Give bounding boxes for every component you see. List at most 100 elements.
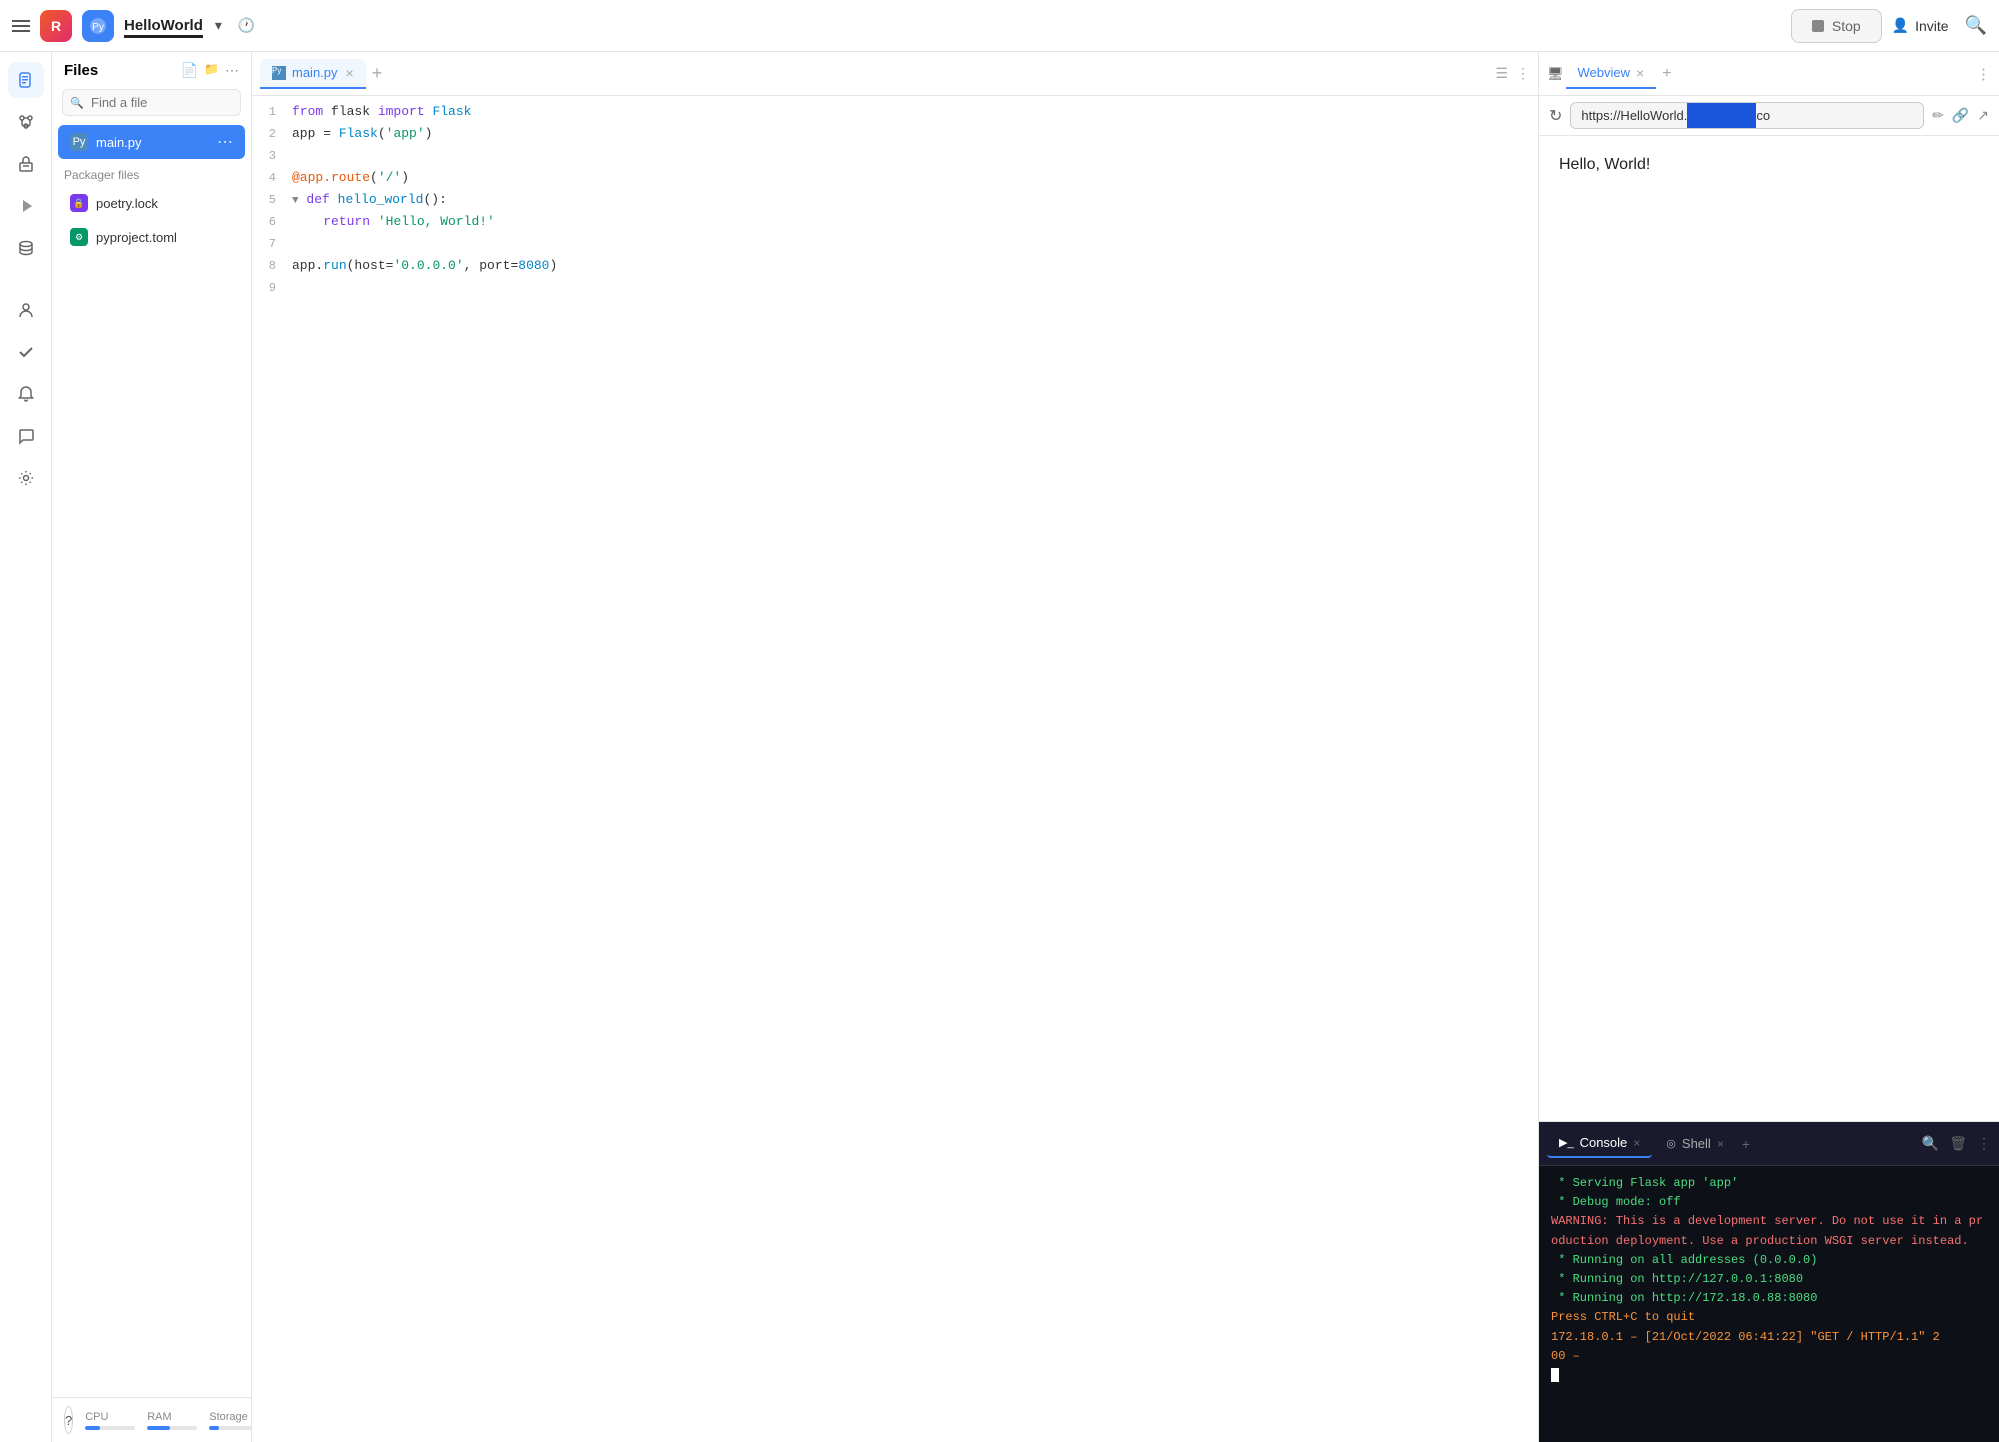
code-line-8: 8 app.run(host='0.0.0.0', port=8080) bbox=[252, 258, 1538, 280]
cpu-resource: CPU bbox=[85, 1411, 135, 1430]
tab-py-icon: Py bbox=[272, 66, 286, 80]
right-panel: 🖥 Webview × + ⋮ ↻ https://HelloWorld. xx… bbox=[1539, 52, 1999, 1442]
cpu-label: CPU bbox=[85, 1411, 135, 1423]
icon-sidebar bbox=[0, 52, 52, 1442]
topbar: R Py HelloWorld ▾ 🕐 Stop 👤 Invite 🔍 bbox=[0, 0, 1999, 52]
webview-tabs: 🖥 Webview × + ⋮ bbox=[1539, 52, 1999, 96]
new-file-icon[interactable]: 📄 bbox=[181, 62, 198, 79]
ram-resource: RAM bbox=[147, 1411, 197, 1430]
url-text-suffix: co bbox=[1756, 103, 1780, 128]
cpu-progress bbox=[85, 1426, 135, 1430]
file-panel-title: Files bbox=[64, 62, 173, 79]
app-icon: Py bbox=[82, 10, 114, 42]
file-item-mainpy[interactable]: Py main.py ⋯ bbox=[58, 125, 245, 159]
file-panel-actions: 📄 📁 ⋯ bbox=[181, 62, 239, 79]
main-layout: Files 📄 📁 ⋯ Py main.py ⋯ Packager files … bbox=[0, 52, 1999, 1442]
add-console-tab-button[interactable]: + bbox=[1742, 1136, 1750, 1152]
code-line-2: 2 app = Flask('app') bbox=[252, 126, 1538, 148]
console-tab-icon: ▶_ bbox=[1559, 1136, 1574, 1149]
py-icon: Py bbox=[70, 133, 88, 151]
file-search-wrapper bbox=[62, 89, 241, 116]
console-tab-shell[interactable]: ◎ Shell × bbox=[1654, 1130, 1736, 1157]
webview-tab-close-icon[interactable]: × bbox=[1636, 65, 1644, 81]
editor-tabs: Py main.py × + ☰ ⋮ bbox=[252, 52, 1538, 96]
sidebar-item-git[interactable] bbox=[8, 104, 44, 140]
svg-text:Py: Py bbox=[92, 22, 104, 33]
replit-logo: R bbox=[40, 10, 72, 42]
help-button[interactable]: ? bbox=[64, 1406, 73, 1434]
console-search-icon[interactable]: 🔍 bbox=[1922, 1135, 1939, 1152]
sidebar-item-notification[interactable] bbox=[8, 376, 44, 412]
editor-tab-mainpy[interactable]: Py main.py × bbox=[260, 59, 366, 89]
sidebar-item-packages[interactable] bbox=[8, 146, 44, 182]
file-item-pyprojecttoml[interactable]: ⚙ pyproject.toml bbox=[58, 221, 245, 253]
webview-add-tab-button[interactable]: + bbox=[1662, 65, 1671, 83]
console-tabs: ▶_ Console × ◎ Shell × + 🔍 🗑 ⋮ bbox=[1539, 1122, 1999, 1166]
webview-more-icon[interactable]: ⋮ bbox=[1976, 65, 1991, 83]
file-item-poetrylock[interactable]: 🔒 poetry.lock bbox=[58, 187, 245, 219]
sidebar-item-user[interactable] bbox=[8, 292, 44, 328]
app-name: HelloWorld bbox=[124, 17, 203, 34]
sidebar-item-deploy[interactable] bbox=[8, 188, 44, 224]
console-line-7: Press CTRL+C to quit bbox=[1551, 1308, 1987, 1327]
editor-tab-name: main.py bbox=[292, 65, 338, 80]
webview-tab[interactable]: Webview × bbox=[1566, 59, 1657, 89]
webview-tab-name: Webview bbox=[1578, 65, 1631, 80]
console-output: * Serving Flask app 'app' * Debug mode: … bbox=[1539, 1166, 1999, 1442]
refresh-icon[interactable]: ↻ bbox=[1549, 106, 1562, 126]
invite-button[interactable]: 👤 Invite bbox=[1892, 17, 1949, 34]
file-name-poetrylock: poetry.lock bbox=[96, 196, 158, 211]
stop-button[interactable]: Stop bbox=[1791, 9, 1882, 43]
file-more-icon[interactable]: ⋯ bbox=[217, 132, 233, 152]
file-search-container bbox=[62, 89, 241, 116]
webview-area: 🖥 Webview × + ⋮ ↻ https://HelloWorld. xx… bbox=[1539, 52, 1999, 1122]
search-icon[interactable]: 🔍 bbox=[1965, 15, 1987, 36]
new-folder-icon[interactable]: 📁 bbox=[204, 62, 219, 79]
url-bar-container: https://HelloWorld. xxxxxxxxxx co bbox=[1570, 102, 1924, 129]
console-line-5: * Running on http://127.0.0.1:8080 bbox=[1551, 1270, 1987, 1289]
more-icon[interactable]: ⋯ bbox=[225, 62, 239, 79]
edit-icon[interactable]: ✏ bbox=[1932, 107, 1944, 124]
sidebar-item-settings[interactable] bbox=[8, 460, 44, 496]
sidebar-item-check[interactable] bbox=[8, 334, 44, 370]
tab-close-icon[interactable]: × bbox=[346, 65, 354, 81]
console-area: ▶_ Console × ◎ Shell × + 🔍 🗑 ⋮ * Serving… bbox=[1539, 1122, 1999, 1442]
file-panel: Files 📄 📁 ⋯ Py main.py ⋯ Packager files … bbox=[52, 52, 252, 1442]
storage-fill bbox=[209, 1426, 219, 1430]
console-tab-console[interactable]: ▶_ Console × bbox=[1547, 1129, 1652, 1158]
console-line-4: * Running on all addresses (0.0.0.0) bbox=[1551, 1251, 1987, 1270]
history-icon[interactable]: 🕐 bbox=[238, 17, 255, 34]
invite-icon: 👤 bbox=[1892, 17, 1909, 34]
add-tab-button[interactable]: + bbox=[372, 63, 383, 84]
urlbar-actions: ✏ 🔗 ↗ bbox=[1932, 107, 1989, 124]
console-more-icon[interactable]: ⋮ bbox=[1977, 1135, 1991, 1152]
external-link-icon[interactable]: ↗ bbox=[1977, 107, 1989, 124]
console-line-2: * Debug mode: off bbox=[1551, 1193, 1987, 1212]
code-line-7: 7 bbox=[252, 236, 1538, 258]
editor-more-icon[interactable]: ⋮ bbox=[1516, 65, 1530, 82]
file-panel-header: Files 📄 📁 ⋯ bbox=[52, 52, 251, 85]
url-text-prefix: https://HelloWorld. bbox=[1571, 103, 1687, 128]
sidebar-item-files[interactable] bbox=[8, 62, 44, 98]
sidebar-item-chat[interactable] bbox=[8, 418, 44, 454]
packager-section-label: Packager files bbox=[52, 160, 251, 186]
link-icon[interactable]: 🔗 bbox=[1952, 107, 1969, 124]
shell-close-icon[interactable]: × bbox=[1717, 1137, 1724, 1151]
app-dropdown-icon[interactable]: ▾ bbox=[215, 17, 222, 34]
editor-format-icon[interactable]: ☰ bbox=[1495, 65, 1508, 82]
console-close-icon[interactable]: × bbox=[1633, 1136, 1640, 1150]
console-line-9 bbox=[1551, 1366, 1987, 1385]
code-line-9: 9 bbox=[252, 280, 1538, 302]
console-tab-right: 🔍 🗑 ⋮ bbox=[1922, 1135, 1991, 1152]
search-input[interactable] bbox=[62, 89, 241, 116]
ram-fill bbox=[147, 1426, 170, 1430]
file-name-mainpy: main.py bbox=[96, 135, 142, 150]
code-editor[interactable]: 1 from flask import Flask 2 app = Flask(… bbox=[252, 96, 1538, 1442]
menu-button[interactable] bbox=[12, 20, 30, 32]
sidebar-item-database[interactable] bbox=[8, 230, 44, 266]
shell-icon: ◎ bbox=[1666, 1137, 1676, 1150]
webview-tab-icon: 🖥 bbox=[1547, 66, 1564, 82]
toml-icon: ⚙ bbox=[70, 228, 88, 246]
console-line-3: WARNING: This is a development server. D… bbox=[1551, 1212, 1987, 1250]
console-trash-icon[interactable]: 🗑 bbox=[1949, 1135, 1967, 1152]
